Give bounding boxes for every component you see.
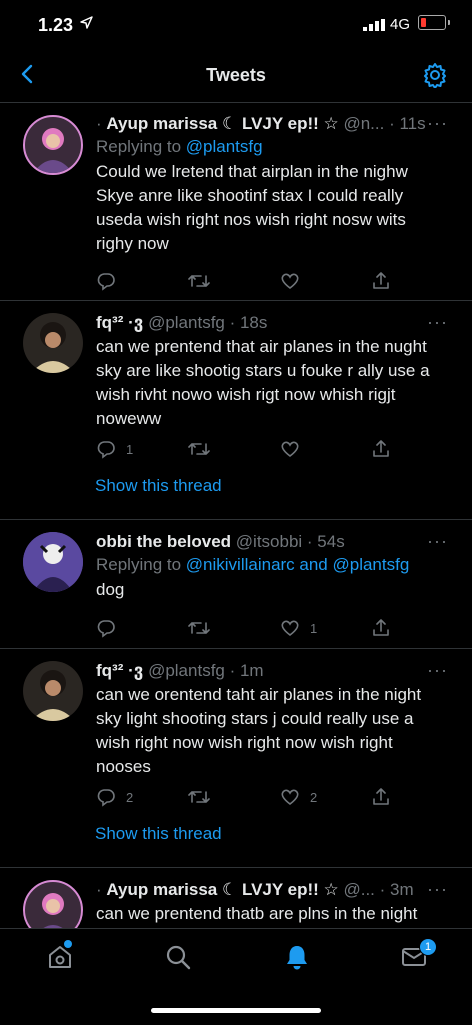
tweet[interactable]: obbi the beloved @itsobbi · 54s Replying… <box>0 520 472 649</box>
avatar[interactable] <box>23 115 83 175</box>
retweet-icon <box>188 271 210 291</box>
retweet-button[interactable] <box>188 787 210 807</box>
reply-icon <box>96 618 116 638</box>
tweet-text: can we prentend that air planes in the n… <box>96 337 435 428</box>
top-nav-bar: Tweets <box>0 50 472 103</box>
tweet-text: can we orentend taht air planes in the n… <box>96 685 426 776</box>
retweet-button[interactable] <box>188 439 210 459</box>
replying-to-label: Replying to <box>96 137 186 156</box>
tweet-text: Could we lretend that airplan in the nig… <box>96 162 413 253</box>
retweet-button[interactable] <box>188 271 210 291</box>
tweet-actions <box>96 271 389 293</box>
messages-badge: 1 <box>419 938 437 956</box>
like-icon <box>280 618 300 638</box>
retweet-button[interactable] <box>188 618 210 638</box>
tweet-prefix: · <box>96 114 107 133</box>
avatar[interactable] <box>23 532 83 592</box>
like-count: 1 <box>310 620 318 636</box>
avatar[interactable] <box>23 880 83 928</box>
display-name[interactable]: Ayup marissa ☾ LVJY ep!! ☆ <box>106 114 338 133</box>
avatar[interactable] <box>23 661 83 721</box>
network-type: 4G <box>390 16 411 33</box>
share-button[interactable] <box>371 787 391 807</box>
home-indicator <box>151 1008 321 1013</box>
more-options-icon[interactable]: ··· <box>427 312 448 333</box>
location-arrow-icon <box>80 16 93 34</box>
retweet-icon <box>188 787 210 807</box>
tweet-text: can we prentend thatb are plns in the ni… <box>96 904 418 923</box>
show-thread-link[interactable]: Show this thread <box>95 824 222 844</box>
avatar[interactable] <box>23 313 83 373</box>
handle-time: @itsobbi · 54s <box>231 532 345 551</box>
tweet-feed: · Ayup marissa ☾ LVJY ep!! ☆ @n... · 11s… <box>0 102 472 928</box>
tweet-text: dog <box>96 580 125 599</box>
tweet[interactable]: · Ayup marissa ☾ LVJY ep!! ☆ @n... · 11s… <box>0 102 472 301</box>
more-options-icon[interactable]: ··· <box>427 113 448 134</box>
tweet[interactable]: fq³² ·ვ @plantsfg · 18s can we prentend … <box>0 301 472 520</box>
reply-button[interactable] <box>96 271 126 291</box>
handle-time: @plantsfg · 1m <box>143 661 264 680</box>
tweet[interactable]: fq³² ·ვ @plantsfg · 1m can we orentend t… <box>0 649 472 868</box>
like-button[interactable] <box>280 439 310 459</box>
status-time: 1.23 <box>38 15 74 35</box>
notifications-bell-icon[interactable] <box>283 943 311 971</box>
reply-button[interactable]: 2 <box>96 787 133 807</box>
display-name[interactable]: obbi the beloved <box>96 532 231 551</box>
reply-button[interactable]: 1 <box>96 439 133 459</box>
reply-count: 2 <box>126 789 134 805</box>
reply-mention-link[interactable]: @plantsfg <box>186 137 263 156</box>
more-options-icon[interactable]: ··· <box>427 531 448 552</box>
display-name[interactable]: fq³² ·ვ <box>96 661 143 680</box>
more-options-icon[interactable]: ··· <box>427 879 448 900</box>
page-title: Tweets <box>206 65 266 85</box>
tweet[interactable]: · Ayup marissa ☾ LVJY ep!! ☆ @... · 3m c… <box>0 868 472 928</box>
like-count: 2 <box>310 789 318 805</box>
share-icon <box>371 271 391 291</box>
tweet-actions: 2 2 <box>96 787 389 809</box>
share-icon <box>371 618 391 638</box>
reply-count: 1 <box>126 441 134 457</box>
replying-to-label: Replying to <box>96 555 186 574</box>
display-name[interactable]: fq³² ·ვ <box>96 313 143 332</box>
battery-icon <box>418 15 450 30</box>
retweet-icon <box>188 618 210 638</box>
reply-icon <box>96 271 116 291</box>
home-unread-dot <box>64 940 72 948</box>
signal-icon <box>363 18 385 36</box>
gear-icon[interactable] <box>422 62 448 89</box>
reply-button[interactable] <box>96 618 126 638</box>
tweet-actions: 1 <box>96 439 389 461</box>
share-button[interactable] <box>371 271 391 291</box>
more-options-icon[interactable]: ··· <box>427 660 448 681</box>
like-icon <box>280 271 300 291</box>
like-button[interactable]: 2 <box>280 787 317 807</box>
handle-time: @plantsfg · 18s <box>143 313 268 332</box>
search-icon[interactable] <box>164 943 192 971</box>
like-button[interactable] <box>280 271 310 291</box>
like-icon <box>280 787 300 807</box>
handle-time: @... · 3m <box>338 880 414 899</box>
tweet-prefix: · <box>96 880 107 899</box>
display-name[interactable]: Ayup marissa ☾ LVJY ep!! ☆ <box>106 880 338 899</box>
share-button[interactable] <box>371 439 391 459</box>
show-thread-link[interactable]: Show this thread <box>95 476 222 496</box>
handle-time: @n... · 11s <box>338 114 426 133</box>
share-button[interactable] <box>371 618 391 638</box>
like-icon <box>280 439 300 459</box>
reply-icon <box>96 787 116 807</box>
reply-icon <box>96 439 116 459</box>
retweet-icon <box>188 439 210 459</box>
status-bar: 1.23 4G <box>0 0 472 50</box>
tweet-actions: 1 <box>96 618 389 640</box>
reply-mention-link[interactable]: @nikivillainarc and @plantsfg <box>186 555 410 574</box>
share-icon <box>371 787 391 807</box>
replying-to: Replying to @nikivillainarc and @plantsf… <box>96 554 442 578</box>
replying-to: Replying to @plantsfg <box>96 136 442 160</box>
share-icon <box>371 439 391 459</box>
like-button[interactable]: 1 <box>280 618 317 638</box>
